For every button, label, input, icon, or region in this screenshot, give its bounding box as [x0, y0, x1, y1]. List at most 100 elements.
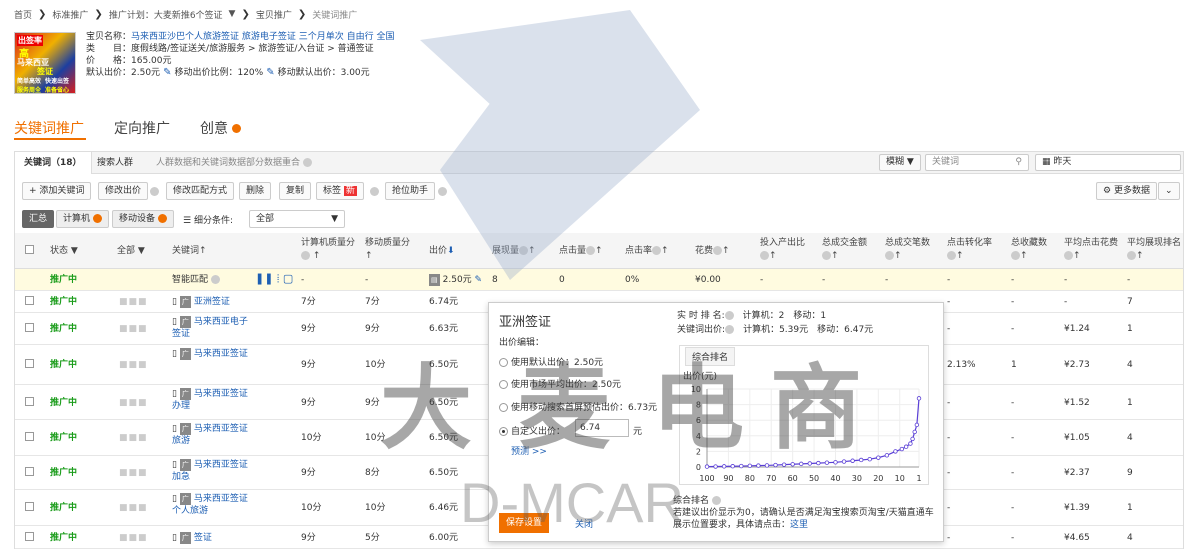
favorites: -	[1011, 468, 1015, 478]
row-checkbox[interactable]	[25, 323, 34, 336]
label: 类 目：	[86, 44, 132, 54]
bid-value[interactable]: 6.00元	[429, 532, 458, 544]
status-filter[interactable]: 状态 ▼	[50, 245, 78, 258]
wide-match-tag: 广	[179, 316, 191, 328]
cvr: -	[947, 533, 951, 543]
tab-keyword[interactable]: 关键词推广	[14, 118, 84, 138]
header-avg-rank[interactable]: 平均展现排名 ↑	[1127, 237, 1181, 263]
edit-pencil-icon[interactable]: ✎	[266, 67, 274, 78]
product-name-link[interactable]: 马来西亚沙巴个人旅游签证 旅游电子签证 三个月单次 自由行 全国	[131, 32, 394, 42]
more-data-button[interactable]: ⚙ 更多数据	[1096, 182, 1157, 200]
smart-match-text: 智能匹配	[172, 275, 209, 285]
modify-bid-button[interactable]: 修改出价	[98, 182, 149, 200]
dropdown-icon[interactable]: ▼	[229, 9, 236, 19]
tag-button[interactable]: 标签 新	[316, 182, 364, 200]
tab-search-crowd[interactable]: 搜索人群	[88, 152, 142, 174]
filter-condition-select[interactable]: 全部 ▼	[249, 210, 345, 228]
pause-chart-edit-icons[interactable]: ❚❚ ⦙ ▢	[255, 273, 293, 285]
row-checkbox[interactable]	[25, 359, 34, 372]
row-checkbox[interactable]	[25, 532, 34, 545]
tab-targeting[interactable]: 定向推广	[114, 118, 170, 138]
modify-match-button[interactable]: 修改匹配方式	[166, 182, 235, 200]
select-all-checkbox[interactable]	[25, 245, 34, 259]
header-cpc[interactable]: 平均点击花费 ↑	[1064, 237, 1118, 263]
breadcrumb-plan[interactable]: 推广计划：大麦新推6个签证	[109, 8, 223, 21]
header-gmv[interactable]: 总成交金额 ↑	[822, 237, 867, 263]
cpc: -	[1064, 297, 1068, 307]
breadcrumb-standard[interactable]: 标准推广	[52, 8, 88, 21]
breadcrumb-product[interactable]: 宝贝推广	[256, 8, 292, 21]
bid-value[interactable]: 6.50元	[429, 467, 458, 479]
filter-label: 细分条件:	[193, 216, 233, 226]
keyword-link[interactable]: 签证	[194, 533, 212, 543]
label: 宝贝名称：	[86, 32, 132, 42]
breadcrumb-home[interactable]: 首页	[14, 8, 32, 21]
favorites: -	[1011, 324, 1015, 334]
img-text: 简单高效	[17, 78, 42, 85]
x-tick-label: 30	[852, 474, 862, 483]
help-icon[interactable]	[302, 158, 312, 167]
keyword-link[interactable]: 亚洲签证	[194, 297, 230, 307]
roi: -	[760, 275, 764, 285]
pc-quality: 9分	[301, 398, 316, 408]
add-keyword-button[interactable]: + 添加关键词	[22, 182, 92, 200]
row-checkbox[interactable]	[25, 432, 34, 445]
filter-condition-label: ☰ 细分条件:	[183, 216, 233, 226]
all-filter[interactable]: 全部 ▼	[117, 245, 145, 258]
row-checkbox[interactable]	[25, 502, 34, 515]
breadcrumb: 首页 ❯ 标准推广 ❯ 推广计划：大麦新推6个签证 ▼ ❯ 宝贝推广 ❯ 关键词推广	[14, 7, 357, 21]
chart-footnote: 综合排名 若建议出价显示为0，请确认是否满足淘宝搜索页淘宝/天猫直通车展示位置要…	[673, 495, 939, 531]
search-icon[interactable]: ⚲	[1015, 155, 1022, 170]
mobile-quality: 7分	[365, 297, 380, 307]
delete-button[interactable]: 删除	[239, 182, 272, 200]
chevron-down-icon[interactable]: ⌄	[1158, 182, 1180, 200]
date-select[interactable]: ▦ 昨天	[1035, 154, 1181, 171]
help-icon[interactable]	[157, 214, 167, 223]
x-tick-label: 80	[745, 474, 755, 483]
pc-toggle[interactable]: 计算机	[56, 210, 109, 228]
cpc: ¥1.05	[1064, 433, 1090, 443]
keyword-search-input[interactable]: 关键词 ⚲	[925, 154, 1029, 171]
mobile-toggle[interactable]: 移动设备	[112, 210, 174, 228]
pc-quality: 10分	[301, 503, 322, 513]
match-mode-select[interactable]: 模糊 ▼	[879, 154, 921, 171]
label: 实 时 排 名:	[677, 311, 725, 321]
header-label: 总收藏数	[1011, 238, 1048, 248]
wide-match-tag: 广	[179, 388, 191, 400]
tab-creative[interactable]: 创意	[200, 118, 242, 138]
header-cvr[interactable]: 点击转化率 ↑	[947, 237, 992, 263]
header-label: 投入产出比	[760, 238, 806, 248]
header-orders[interactable]: 总成交笔数 ↑	[885, 237, 930, 263]
summary-toggle[interactable]: 汇总	[22, 210, 55, 228]
header-keyword[interactable]: 关键词↑	[172, 245, 207, 258]
device-mobile-icon: ▯	[172, 533, 177, 543]
help-icon[interactable]	[370, 187, 379, 196]
here-link[interactable]: 这里	[790, 520, 808, 530]
help-icon[interactable]	[150, 187, 159, 196]
wide-match-tag: 广	[179, 493, 191, 505]
help-icon[interactable]	[92, 214, 102, 223]
edit-pencil-icon[interactable]: ✎	[163, 67, 171, 78]
unit-label: 元	[633, 427, 643, 437]
main-tabs: 关键词推广 定向推广 创意	[14, 118, 242, 138]
device-mobile-icon: ▯	[172, 389, 177, 399]
row-status: 推广中	[50, 468, 78, 478]
header-favorites[interactable]: 总收藏数 ↑	[1011, 237, 1047, 263]
bid-value[interactable]: 6.46元	[429, 502, 458, 514]
tab-keywords[interactable]: 关键词（18）	[15, 152, 92, 174]
x-tick-label: 20	[873, 474, 883, 483]
header-roi[interactable]: 投入产出比 ↑	[760, 237, 805, 263]
header-pc-quality[interactable]: 计算机质量分 ↑	[301, 237, 355, 263]
chevron-right-icon: ❯	[297, 8, 307, 20]
row-checkbox[interactable]	[25, 397, 34, 410]
favorites: 1	[1011, 360, 1017, 370]
copy-button[interactable]: 复制	[279, 182, 312, 200]
row-checkbox[interactable]	[25, 467, 34, 480]
more-data-label: 更多数据	[1113, 186, 1150, 196]
keyword-cell: ▯ 广马来西亚签证	[172, 348, 252, 360]
mobile-quality: 9分	[365, 398, 380, 408]
realtime-rank-info: 实 时 排 名: 计算机：2 移动：1 关键词出价: 计算机：5.39元 移动：…	[677, 309, 873, 337]
product-image[interactable]: 出签率 高 马来西亚 签证 简单高效 快速出签 服务周全 准备省心	[14, 32, 76, 94]
row-checkbox[interactable]	[25, 296, 34, 309]
keyword-link[interactable]: 马来西亚签证	[194, 349, 248, 359]
